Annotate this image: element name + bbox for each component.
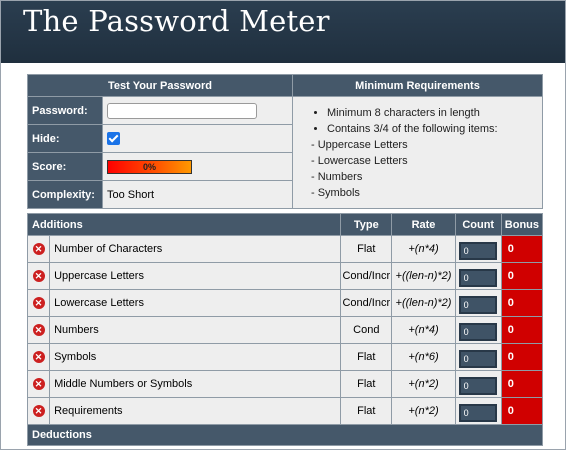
table-row: ✕ Middle Numbers or Symbols Flat +(n*2) … [26,370,544,398]
row-rate: +((len-n)*2) [391,262,456,290]
row-rate: +(n*6) [391,343,456,371]
x-circle-icon: ✕ [32,378,45,391]
requirement-subitem: - Lowercase Letters [311,155,408,167]
hide-label: Hide: [27,124,103,153]
x-circle-icon: ✕ [32,297,45,310]
password-label: Password: [27,96,103,125]
bonus-heading: Bonus [500,213,544,236]
count-heading: Count [454,213,502,236]
x-circle-icon: ✕ [32,351,45,364]
row-type: Cond [340,316,393,344]
x-circle-icon: ✕ [32,270,45,283]
requirements-panel: Minimum 8 characters in length Contains … [292,96,543,209]
row-name: Number of Characters [49,235,342,263]
row-rate: +(n*4) [391,316,456,344]
site-title: The Password Meter [23,4,330,38]
row-name: Middle Numbers or Symbols [49,370,342,398]
table-row: ✕ Symbols Flat +(n*6) 0 0 [26,343,544,371]
additions-heading: Additions [26,213,342,236]
requirements-heading: Minimum Requirements [292,74,543,97]
requirement-subitem: - Symbols [311,187,360,199]
app-frame: The Password Meter Test Your Password Mi… [0,0,566,450]
row-bonus: 0 [500,316,544,344]
row-rate: +((len-n)*2) [391,289,456,317]
row-count: 0 [458,349,497,368]
row-count: 0 [458,268,497,287]
row-count: 0 [458,376,497,395]
deductions-heading: Deductions [27,424,543,446]
complexity-value: Too Short [102,180,293,209]
hide-checkbox[interactable] [107,132,120,145]
complexity-label: Complexity: [27,180,103,209]
row-name: Symbols [49,343,342,371]
row-count: 0 [458,322,497,341]
x-circle-icon: ✕ [32,324,45,337]
requirement-subitem: - Numbers [311,171,363,183]
row-count: 0 [458,403,497,422]
x-circle-icon: ✕ [32,405,45,418]
row-bonus: 0 [500,262,544,290]
row-count: 0 [458,241,497,260]
row-bonus: 0 [500,343,544,371]
password-test-table: Test Your Password Minimum Requirements … [27,74,543,209]
x-circle-icon: ✕ [32,243,45,256]
row-name: Requirements [49,397,342,425]
row-name: Uppercase Letters [49,262,342,290]
requirement-item: Minimum 8 characters in length [327,105,542,121]
row-type: Cond/Incr [340,262,393,290]
score-label: Score: [27,152,103,181]
row-bonus: 0 [500,397,544,425]
row-count: 0 [458,295,497,314]
row-type: Cond/Incr [340,289,393,317]
additions-table: Additions Type Rate Count Bonus ✕ Number… [26,213,544,446]
row-bonus: 0 [500,289,544,317]
requirement-item: Contains 3/4 of the following items: [327,121,542,137]
row-name: Numbers [49,316,342,344]
table-row: ✕ Uppercase Letters Cond/Incr +((len-n)*… [26,262,544,290]
score-bar: 0% [107,159,192,174]
row-type: Flat [340,397,393,425]
requirement-subitem: - Uppercase Letters [311,139,408,151]
row-type: Flat [340,370,393,398]
requirements-list: Minimum 8 characters in length Contains … [293,105,542,201]
row-type: Flat [340,235,393,263]
row-type: Flat [340,343,393,371]
row-rate: +(n*2) [391,370,456,398]
table-row: ✕ Numbers Cond +(n*4) 0 0 [26,316,544,344]
row-bonus: 0 [500,235,544,263]
table-row: ✕ Lowercase Letters Cond/Incr +((len-n)*… [26,289,544,317]
table-row: ✕ Requirements Flat +(n*2) 0 0 [26,397,544,425]
rate-heading: Rate [391,213,456,236]
table-row: ✕ Number of Characters Flat +(n*4) 0 0 [26,235,544,263]
row-rate: +(n*2) [391,397,456,425]
type-heading: Type [340,213,393,236]
row-rate: +(n*4) [391,235,456,263]
row-name: Lowercase Letters [49,289,342,317]
site-header: The Password Meter [1,1,565,63]
test-heading: Test Your Password [27,74,293,97]
row-bonus: 0 [500,370,544,398]
password-input[interactable] [107,102,257,119]
